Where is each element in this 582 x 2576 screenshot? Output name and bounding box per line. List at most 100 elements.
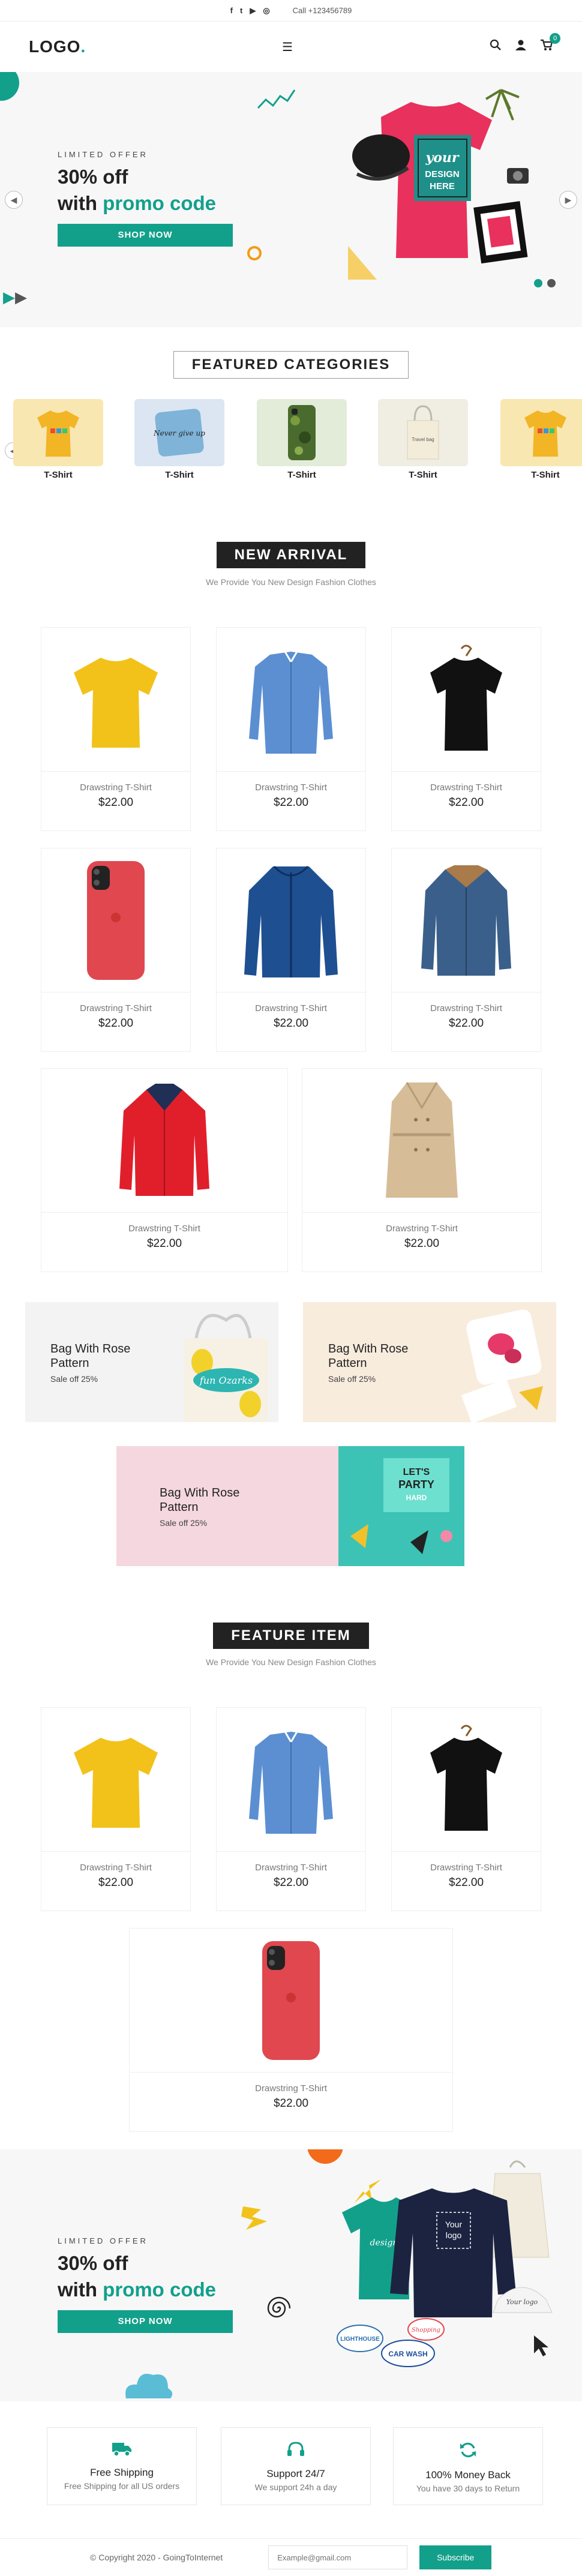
category-item[interactable]: Travel bag T-Shirt: [378, 399, 468, 480]
svg-text:Your logo: Your logo: [506, 2298, 538, 2306]
user-icon[interactable]: [515, 39, 527, 55]
product-price: $22.00: [273, 796, 309, 809]
slider-dot[interactable]: [534, 279, 542, 287]
category-image: Never give up: [134, 399, 224, 466]
product-card[interactable]: Drawstring T-Shirt $22.00: [41, 848, 191, 1052]
svg-text:Shopping: Shopping: [412, 2327, 440, 2334]
product-image: [41, 1069, 287, 1213]
logo[interactable]: LOGO.: [29, 37, 86, 56]
category-label: T-Shirt: [287, 470, 316, 480]
product-price: $22.00: [273, 1017, 309, 1030]
svg-text:LET'S: LET'S: [403, 1467, 430, 1477]
promo-subtitle: Sale off 25%: [50, 1374, 98, 1384]
product-name[interactable]: Drawstring T-Shirt: [41, 1223, 287, 1234]
product-name[interactable]: Drawstring T-Shirt: [217, 1863, 365, 1873]
category-item[interactable]: T-Shirt: [13, 399, 103, 480]
feature-item-title: FEATURE ITEM: [0, 1623, 582, 1649]
product-name[interactable]: Drawstring T-Shirt: [217, 782, 365, 793]
instagram-icon[interactable]: ◎: [263, 6, 269, 16]
sticker-lighthouse-icon: LIGHTHOUSE: [337, 2325, 383, 2352]
product-card[interactable]: Drawstring T-Shirt $22.00: [391, 848, 541, 1052]
promo-title: Bag With Rose Pattern: [160, 1486, 240, 1514]
youtube-icon[interactable]: ▶: [250, 6, 256, 16]
shop-now-button[interactable]: SHOP NOW: [58, 2310, 233, 2333]
product-card[interactable]: Drawstring T-Shirt $22.00: [216, 1707, 366, 1911]
category-label: T-Shirt: [409, 470, 437, 480]
facebook-icon[interactable]: f: [230, 6, 233, 16]
subscribe-button[interactable]: Subscribe: [419, 2545, 492, 2569]
feature-item-subtitle: We Provide You New Design Fashion Clothe…: [206, 1657, 376, 1667]
decor-orange-ring: [247, 246, 262, 260]
product-name[interactable]: Drawstring T-Shirt: [130, 2083, 452, 2094]
svg-text:HERE: HERE: [430, 181, 455, 191]
product-name[interactable]: Drawstring T-Shirt: [302, 1223, 541, 1234]
product-name[interactable]: Drawstring T-Shirt: [217, 1003, 365, 1013]
product-name[interactable]: Drawstring T-Shirt: [392, 1003, 541, 1013]
category-label: T-Shirt: [44, 470, 73, 480]
product-image: [41, 1708, 190, 1852]
feature-box-moneyback: 100% Money Back You have 30 days to Retu…: [393, 2427, 543, 2505]
product-card[interactable]: Drawstring T-Shirt $22.00: [41, 627, 191, 831]
menu-icon[interactable]: ☰: [282, 40, 293, 55]
promo-banner[interactable]: Bag With Rose Pattern Sale off 25% fun Oz…: [25, 1302, 278, 1422]
call-text: Call +123456789: [292, 6, 352, 15]
hero-prev-arrow[interactable]: ◀: [5, 191, 23, 209]
product-name[interactable]: Drawstring T-Shirt: [41, 782, 190, 793]
feature-subtitle: You have 30 days to Return: [416, 2484, 520, 2493]
product-name[interactable]: Drawstring T-Shirt: [392, 782, 541, 793]
product-card[interactable]: Drawstring T-Shirt $22.00: [391, 1707, 541, 1911]
product-price: $22.00: [98, 1017, 134, 1030]
promo-subtitle: Sale off 25%: [328, 1374, 376, 1384]
hero-product-image: your DESIGN HERE: [352, 89, 529, 264]
search-icon[interactable]: [490, 39, 502, 55]
svg-text:LIGHTHOUSE: LIGHTHOUSE: [340, 2336, 380, 2343]
decor-teal-circle: [0, 72, 19, 101]
category-item[interactable]: T-Shirt: [257, 399, 347, 480]
promo-banner[interactable]: Bag With Rose Pattern Sale off 25% LET'S …: [116, 1446, 464, 1566]
shop-now-button[interactable]: SHOP NOW: [58, 224, 233, 247]
product-card[interactable]: Drawstring T-Shirt $22.00: [216, 848, 366, 1052]
product-image: [217, 628, 365, 772]
cart-count-badge: 0: [550, 33, 560, 44]
slider-dot[interactable]: [547, 279, 556, 287]
feature-box-shipping: Free Shipping Free Shipping for all US o…: [47, 2427, 197, 2505]
cart-icon[interactable]: 0: [540, 33, 560, 55]
svg-text:logo: logo: [446, 2230, 462, 2240]
product-price: $22.00: [273, 2097, 309, 2110]
decor-zigzag: [257, 89, 296, 109]
product-price: $22.00: [448, 1876, 484, 1889]
social-links: f t ▶ ◎: [230, 6, 270, 16]
category-item[interactable]: T-Shirt: [500, 399, 582, 480]
product-image: [41, 848, 190, 992]
svg-text:CAR WASH: CAR WASH: [388, 2350, 427, 2358]
product-card[interactable]: Drawstring T-Shirt $22.00: [216, 627, 366, 831]
promo-title: Bag With Rose Pattern: [328, 1342, 409, 1370]
hero-next-arrow[interactable]: ▶: [559, 191, 577, 209]
feature-title: 100% Money Back: [425, 2469, 511, 2481]
category-label: T-Shirt: [531, 470, 560, 480]
newsletter-email-input[interactable]: [268, 2545, 408, 2569]
product-name[interactable]: Drawstring T-Shirt: [41, 1863, 190, 1873]
slider-dots: [534, 279, 556, 287]
hero-kicker: LIMITED OFFER: [58, 150, 148, 159]
product-card[interactable]: Drawstring T-Shirt $22.00: [302, 1068, 542, 1272]
feature-title: Free Shipping: [90, 2467, 154, 2478]
product-card[interactable]: Drawstring T-Shirt $22.00: [391, 627, 541, 831]
promo-banner[interactable]: Bag With Rose Pattern Sale off 25%: [303, 1302, 556, 1422]
product-card[interactable]: Drawstring T-Shirt $22.00: [41, 1068, 288, 1272]
twitter-icon[interactable]: t: [240, 6, 242, 16]
product-price: $22.00: [146, 1237, 182, 1250]
product-price: $22.00: [98, 796, 134, 809]
product-card[interactable]: Drawstring T-Shirt $22.00: [129, 1928, 453, 2132]
promo-bag-image: fun Ozarks: [184, 1314, 268, 1422]
product-image: [302, 1069, 541, 1213]
decor-play-triangles: ▶▶: [3, 288, 27, 306]
svg-text:your: your: [425, 150, 459, 166]
product-name[interactable]: Drawstring T-Shirt: [41, 1003, 190, 1013]
feature-box-support: Support 24/7 We support 24h a day: [221, 2427, 371, 2505]
category-item[interactable]: Never give up T-Shirt: [134, 399, 224, 480]
promo-subtitle: Sale off 25%: [160, 1518, 208, 1528]
product-card[interactable]: Drawstring T-Shirt $22.00: [41, 1707, 191, 1911]
product-name[interactable]: Drawstring T-Shirt: [392, 1863, 541, 1873]
svg-text:design: design: [370, 2238, 398, 2248]
